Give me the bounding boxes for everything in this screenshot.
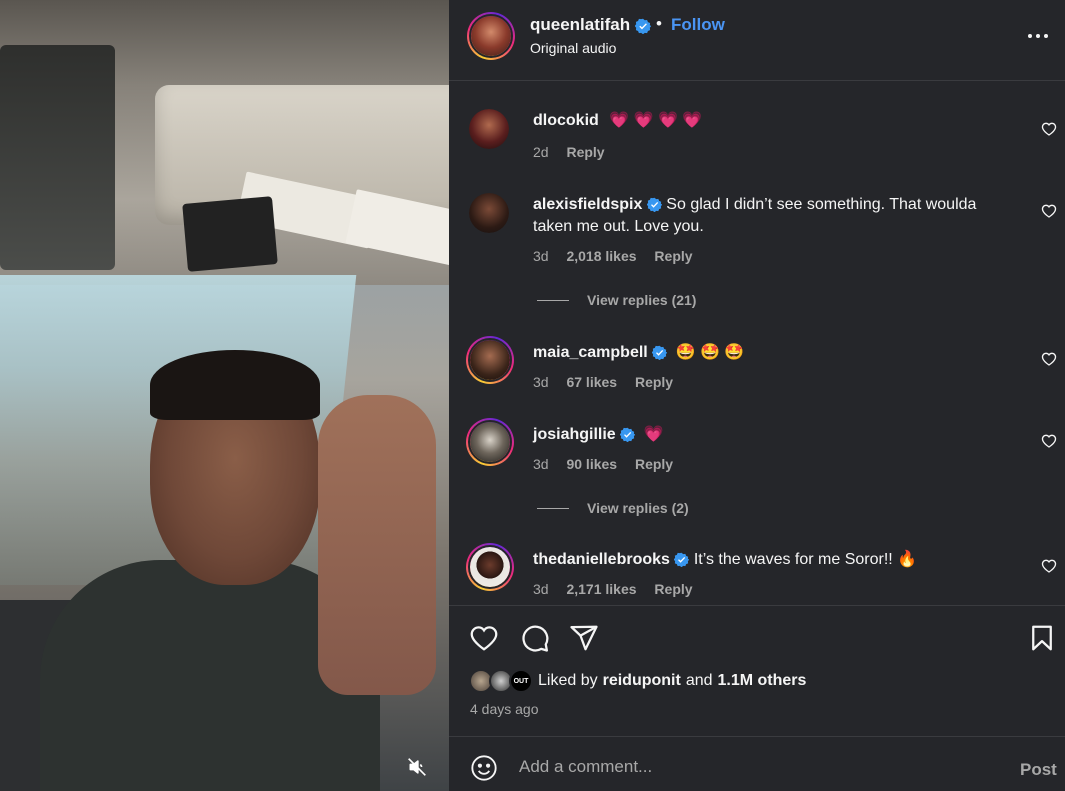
liked-by-avatars[interactable]: OUT bbox=[469, 669, 537, 693]
comment-age: 3d bbox=[533, 456, 549, 472]
comment-text: 💗 💗 💗 💗 bbox=[609, 112, 703, 129]
heart-icon[interactable] bbox=[1041, 203, 1057, 219]
author-avatar[interactable] bbox=[467, 12, 515, 60]
person-hair bbox=[150, 350, 320, 420]
more-icon[interactable] bbox=[1026, 26, 1050, 46]
comment-age: 3d bbox=[533, 248, 549, 264]
likes-count[interactable]: 1.1M others bbox=[718, 672, 807, 690]
comment-likes[interactable]: 67 likes bbox=[566, 374, 617, 390]
verified-icon bbox=[674, 553, 690, 568]
bookmark-icon[interactable] bbox=[1027, 623, 1057, 653]
comment-avatar[interactable] bbox=[466, 543, 514, 591]
heart-icon[interactable] bbox=[1041, 351, 1057, 367]
liked-by-user[interactable]: reiduponit bbox=[603, 672, 681, 690]
comment-text: 💗 bbox=[643, 426, 664, 443]
heart-icon[interactable] bbox=[1041, 558, 1057, 574]
comment-meta: 3d 67 likes Reply bbox=[533, 374, 687, 390]
comment-age: 3d bbox=[533, 374, 549, 390]
heart-icon[interactable] bbox=[1041, 433, 1057, 449]
comment-username[interactable]: thedaniellebrooks bbox=[533, 551, 670, 568]
post-header: queenlatifah • Follow Original audio bbox=[449, 0, 1065, 81]
liked-by-prefix: Liked by bbox=[538, 672, 598, 689]
comment-likes[interactable]: 2,018 likes bbox=[566, 248, 636, 264]
add-comment-bar: Post bbox=[449, 736, 1065, 791]
view-replies-button[interactable]: View replies (2) bbox=[537, 500, 689, 516]
comment-avatar[interactable] bbox=[466, 418, 514, 466]
comment-age: 3d bbox=[533, 581, 549, 597]
comment-text: It’s the waves for me Soror!! 🔥 bbox=[693, 551, 918, 568]
reply-button[interactable]: Reply bbox=[635, 456, 673, 472]
post-timestamp[interactable]: 4 days ago bbox=[470, 701, 539, 717]
post-panel: queenlatifah • Follow Original audio dlo… bbox=[449, 0, 1065, 791]
heart-icon[interactable] bbox=[1041, 121, 1057, 137]
comment-likes[interactable]: 90 likes bbox=[566, 456, 617, 472]
replies-divider bbox=[537, 507, 569, 509]
reel-video[interactable] bbox=[0, 0, 449, 791]
comment-input[interactable] bbox=[519, 753, 989, 781]
reply-button[interactable]: Reply bbox=[654, 248, 692, 264]
comment-icon[interactable] bbox=[520, 623, 550, 653]
view-replies-button[interactable]: View replies (21) bbox=[537, 292, 696, 308]
audio-label[interactable]: Original audio bbox=[530, 40, 616, 56]
emoji-icon[interactable] bbox=[470, 754, 498, 782]
reply-button[interactable]: Reply bbox=[566, 144, 604, 160]
comment-username[interactable]: maia_campbell bbox=[533, 344, 648, 361]
verified-icon bbox=[634, 18, 651, 34]
verified-icon bbox=[646, 198, 662, 213]
reply-button[interactable]: Reply bbox=[635, 374, 673, 390]
liked-by-connector: and bbox=[685, 672, 713, 689]
person-hand bbox=[318, 395, 436, 695]
post-button[interactable]: Post bbox=[1020, 760, 1057, 780]
comment-age: 2d bbox=[533, 144, 549, 160]
author-username[interactable]: queenlatifah bbox=[530, 15, 651, 35]
rearview-mirror bbox=[0, 45, 115, 270]
follow-button[interactable]: Follow bbox=[671, 15, 725, 35]
liker-avatar-out: OUT bbox=[509, 669, 533, 693]
comment-username[interactable]: alexisfieldspix bbox=[533, 196, 642, 213]
comment-meta: 2d Reply bbox=[533, 144, 619, 160]
comment-meta: 3d 2,171 likes Reply bbox=[533, 581, 707, 597]
share-icon[interactable] bbox=[569, 623, 599, 653]
replies-divider bbox=[537, 299, 569, 301]
dash-camera bbox=[182, 196, 278, 272]
comment-avatar[interactable] bbox=[466, 336, 514, 384]
liked-by-summary: OUT Liked by reiduponit and 1.1M others bbox=[469, 669, 806, 693]
comment-avatar[interactable] bbox=[469, 193, 509, 233]
comment-username[interactable]: dlocokid bbox=[533, 112, 599, 129]
comment-text: 🤩 🤩 🤩 bbox=[675, 344, 745, 361]
comment-username[interactable]: josiahgillie bbox=[533, 426, 616, 443]
comment-avatar[interactable] bbox=[469, 109, 509, 149]
comment-meta: 3d 2,018 likes Reply bbox=[533, 248, 707, 264]
verified-icon bbox=[652, 346, 668, 361]
comment-meta: 3d 90 likes Reply bbox=[533, 456, 687, 472]
verified-icon bbox=[620, 428, 636, 443]
comment-likes[interactable]: 2,171 likes bbox=[566, 581, 636, 597]
header-separator: • bbox=[656, 14, 662, 33]
mute-icon[interactable] bbox=[405, 755, 429, 779]
like-heart-icon[interactable] bbox=[469, 623, 499, 653]
reply-button[interactable]: Reply bbox=[654, 581, 692, 597]
